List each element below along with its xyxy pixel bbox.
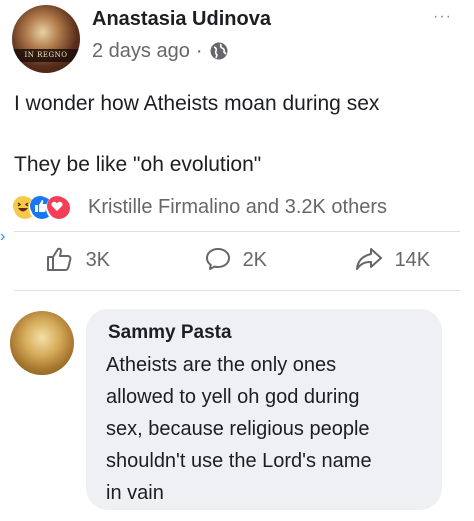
meta-separator: · bbox=[195, 40, 203, 62]
share-button[interactable]: 14K bbox=[355, 246, 430, 276]
globe-icon bbox=[209, 41, 229, 67]
post-time[interactable]: 2 days ago bbox=[92, 40, 190, 62]
comment: Sammy Pasta Atheists are the only ones a… bbox=[0, 295, 474, 521]
reactions-text: Kristille Firmalino and 3.2K others bbox=[88, 196, 388, 218]
post-text-line-1: I wonder how Atheists moan during sex bbox=[14, 92, 380, 115]
post-text-line-2: They be like "oh evolution" bbox=[14, 153, 262, 176]
comment-bubble: Sammy Pasta Atheists are the only ones a… bbox=[86, 309, 442, 510]
comment-icon bbox=[205, 248, 243, 271]
comment-count: 2K bbox=[242, 249, 268, 271]
share-icon bbox=[355, 248, 395, 271]
comment-text-line: shouldn't use the Lord's name bbox=[106, 450, 372, 472]
love-icon bbox=[46, 195, 72, 221]
comment-text-line: Atheists are the only ones bbox=[106, 354, 337, 376]
like-count: 3K bbox=[85, 249, 111, 271]
comment-text-line: in vain bbox=[106, 482, 164, 504]
comment-button[interactable]: 2K bbox=[205, 246, 267, 276]
thumbs-up-icon bbox=[46, 247, 86, 271]
avatar-banner-text: IN REGNO bbox=[12, 49, 80, 62]
author-avatar[interactable]: IN REGNO bbox=[12, 5, 80, 73]
post-header: IN REGNO Anastasia Udinova 2 days ago · ·… bbox=[0, 0, 474, 80]
divider bbox=[14, 290, 460, 291]
more-options-icon[interactable]: ··· bbox=[433, 8, 452, 26]
reactions-summary[interactable]: Kristille Firmalino and 3.2K others bbox=[8, 195, 468, 221]
author-name[interactable]: Anastasia Udinova bbox=[92, 8, 271, 31]
commenter-name[interactable]: Sammy Pasta bbox=[108, 322, 232, 344]
divider bbox=[14, 231, 460, 232]
commenter-avatar[interactable] bbox=[10, 311, 74, 375]
share-count: 14K bbox=[394, 249, 431, 271]
post-meta: 2 days ago · bbox=[92, 40, 229, 67]
chevron-left-icon[interactable]: › bbox=[0, 228, 5, 246]
like-button[interactable]: 3K bbox=[46, 246, 110, 276]
comment-text-line: allowed to yell oh god during bbox=[106, 386, 360, 408]
comment-text-line: sex, because religious people bbox=[106, 418, 370, 440]
